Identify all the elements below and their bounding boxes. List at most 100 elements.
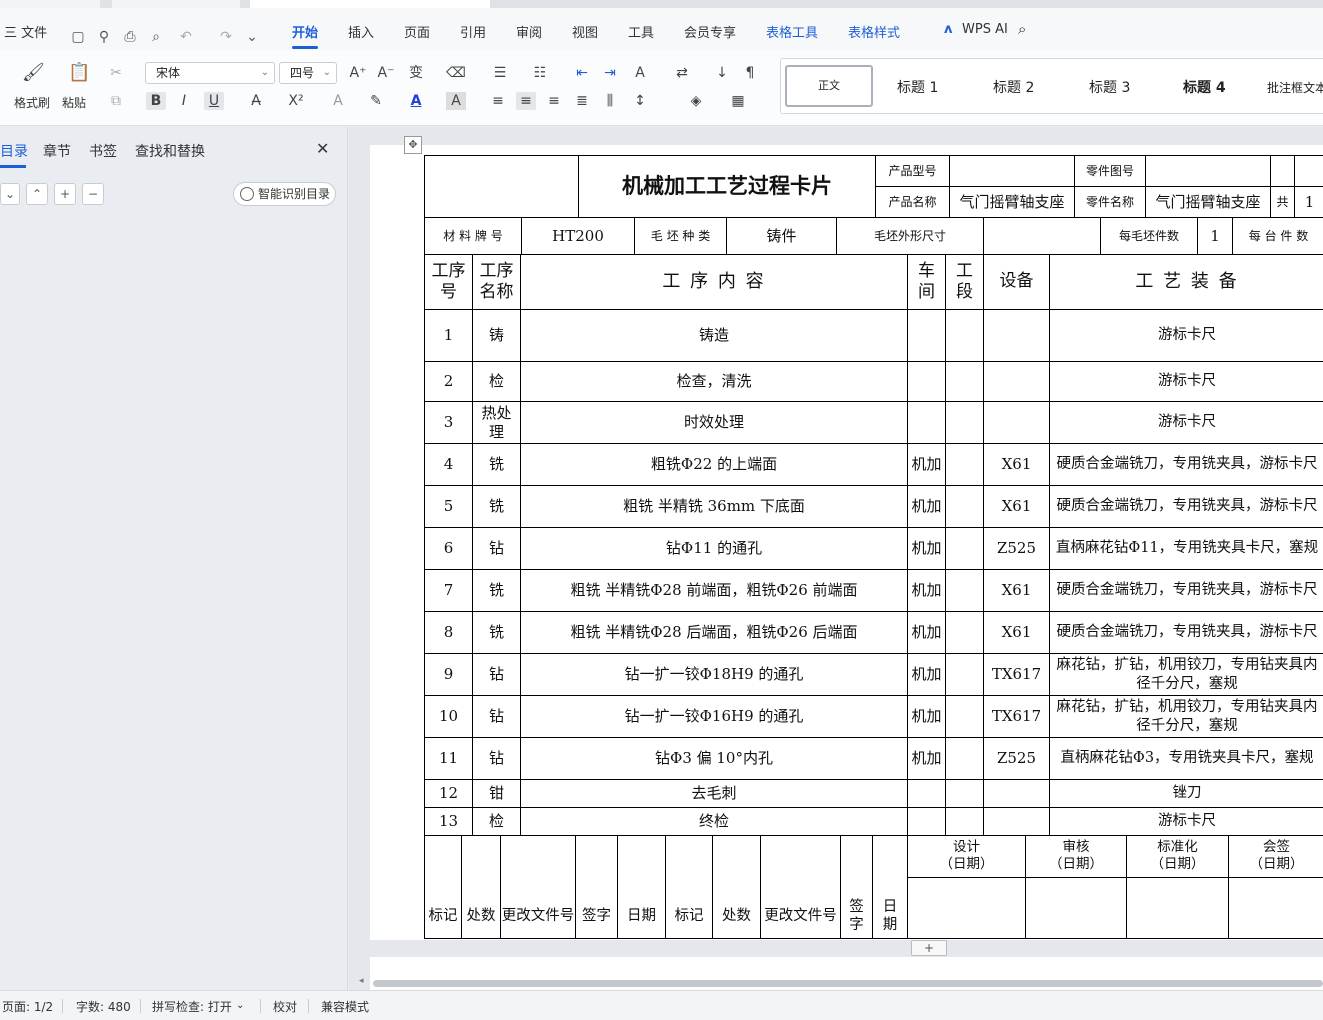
remove-icon[interactable]: − <box>82 183 104 205</box>
row-4-workshop[interactable]: 机加 <box>908 444 945 485</box>
material-value[interactable]: HT200 <box>522 218 634 254</box>
font-size-select[interactable]: 四号 ⌄ <box>279 62 337 84</box>
row-10-op-name[interactable]: 钻 <box>473 696 520 737</box>
row-2-workshop[interactable] <box>908 362 945 401</box>
style-heading-4[interactable]: 标题 4 <box>1183 77 1226 97</box>
grow-font-icon[interactable]: A⁺ <box>348 64 368 82</box>
total-value[interactable]: 1 <box>1295 187 1323 217</box>
row-11-equipment[interactable]: Z525 <box>984 738 1049 779</box>
material-label[interactable]: 材 料 牌 号 <box>425 218 521 254</box>
card-title[interactable]: 机械加工工艺过程卡片 <box>579 156 875 217</box>
promote-chevron-icon[interactable]: ⌃ <box>26 183 48 205</box>
row-7-op-no[interactable]: 7 <box>425 570 472 611</box>
distribute-icon[interactable]: ⫼ <box>600 92 620 110</box>
file-menu[interactable]: 三 文件 <box>4 22 47 41</box>
tab-tools[interactable]: 工具 <box>628 22 654 41</box>
footer-label-8[interactable]: 更改文件号 <box>761 895 840 937</box>
shrink-font-icon[interactable]: A⁻ <box>376 64 396 82</box>
footer-label-3[interactable]: 更改文件号 <box>501 895 575 937</box>
footer-label-5[interactable]: 日期 <box>618 895 665 937</box>
row-12-equipment[interactable] <box>984 780 1049 807</box>
format-painter-button[interactable]: 格式刷 <box>14 94 50 111</box>
row-13-workshop[interactable] <box>908 808 945 835</box>
search-icon[interactable]: ⌕ <box>1018 20 1026 38</box>
row-4-tooling[interactable]: 硬质合金端铣刀，专用铣夹具，游标卡尺 <box>1050 444 1323 485</box>
underline-icon[interactable]: U <box>204 92 224 110</box>
font-name-select[interactable]: 宋体 ⌄ <box>145 62 275 84</box>
add-row-button[interactable]: + <box>911 940 947 956</box>
row-9-workshop[interactable]: 机加 <box>908 654 945 695</box>
row-1-op-no[interactable]: 1 <box>425 310 472 361</box>
row-11-content[interactable]: 钻Φ3 偏 10°内孔 <box>521 738 907 779</box>
row-1-workshop[interactable] <box>908 310 945 361</box>
row-5-op-name[interactable]: 铣 <box>473 486 520 527</box>
col-workshop[interactable]: 车间 <box>908 255 945 309</box>
table-move-handle[interactable]: ✥ <box>404 136 422 154</box>
row-8-content[interactable]: 粗铣 半精铣Φ28 后端面，粗铣Φ26 后端面 <box>521 612 907 653</box>
align-left-icon[interactable]: ≡ <box>488 92 508 110</box>
part-name-value[interactable]: 气门摇臂轴支座 <box>1146 187 1270 217</box>
row-3-content[interactable]: 时效处理 <box>521 402 907 443</box>
tab-references[interactable]: 引用 <box>460 22 486 41</box>
style-comment-text[interactable]: 批注框文本 <box>1267 79 1323 96</box>
footer-label-9[interactable]: 签字 <box>841 895 872 937</box>
row-3-workshop[interactable] <box>908 402 945 443</box>
page-indicator[interactable]: 页面: 1/2 <box>2 998 53 1015</box>
row-11-tooling[interactable]: 直柄麻花钻Φ3，专用铣夹具卡尺，塞规 <box>1050 738 1323 779</box>
row-1-equipment[interactable] <box>984 310 1049 361</box>
total-label[interactable]: 共 <box>1271 187 1294 217</box>
row-6-content[interactable]: 钻Φ11 的通孔 <box>521 528 907 569</box>
row-7-op-name[interactable]: 铣 <box>473 570 520 611</box>
row-8-equipment[interactable]: X61 <box>984 612 1049 653</box>
spell-check[interactable]: 拼写检查: 打开 <box>152 998 232 1015</box>
scroll-left-icon[interactable]: ◂ <box>359 976 364 986</box>
proofread-button[interactable]: 校对 <box>273 998 297 1015</box>
close-icon[interactable]: ✕ <box>316 139 329 158</box>
row-4-op-name[interactable]: 铣 <box>473 444 520 485</box>
blank-type-label[interactable]: 毛 坯 种 类 <box>635 218 726 254</box>
wps-ai-icon[interactable]: ᴧ <box>944 22 952 37</box>
row-9-content[interactable]: 钻一扩一铰Φ18H9 的通孔 <box>521 654 907 695</box>
row-13-content[interactable]: 终检 <box>521 808 907 835</box>
wps-ai-button[interactable]: WPS AI <box>962 22 1008 37</box>
row-12-content[interactable]: 去毛刺 <box>521 780 907 807</box>
tab-wps-office[interactable] <box>0 0 100 8</box>
row-10-tooling[interactable]: 麻花钻，扩钻，机用铰刀，专用钻夹具内径千分尺，塞规 <box>1050 696 1323 737</box>
row-4-op-no[interactable]: 4 <box>425 444 472 485</box>
blanks-per-value[interactable]: 1 <box>1198 218 1232 254</box>
paste-icon[interactable]: 📋 <box>68 64 90 82</box>
cut-icon[interactable]: ✂ <box>106 64 126 82</box>
footer-label-10[interactable]: 日期 <box>873 895 907 937</box>
row-2-op-name[interactable]: 检 <box>473 362 520 401</box>
tab-view[interactable]: 视图 <box>572 22 598 41</box>
row-6-equipment[interactable]: Z525 <box>984 528 1049 569</box>
borders-icon[interactable]: ▦ <box>728 92 748 110</box>
part-drawing-label[interactable]: 零件图号 <box>1075 156 1145 186</box>
row-3-op-name[interactable]: 热处理 <box>473 402 520 443</box>
row-7-workshop[interactable]: 机加 <box>908 570 945 611</box>
row-6-workshop[interactable]: 机加 <box>908 528 945 569</box>
row-3-op-no[interactable]: 3 <box>425 402 472 443</box>
row-1-tooling[interactable]: 游标卡尺 <box>1050 310 1323 361</box>
style-normal[interactable]: 正文 <box>785 65 873 107</box>
product-name-label[interactable]: 产品名称 <box>876 187 949 217</box>
footer-label-2[interactable]: 处数 <box>462 895 500 937</box>
tab-home[interactable]: 开始 <box>292 22 318 41</box>
footer-label-1[interactable]: 标记 <box>425 895 461 937</box>
row-12-op-name[interactable]: 钳 <box>473 780 520 807</box>
col-tooling[interactable]: 工 艺 装 备 <box>1050 255 1323 309</box>
tab-table-style[interactable]: 表格样式 <box>848 22 900 41</box>
row-9-tooling[interactable]: 麻花钻，扩钻，机用铰刀，专用钻夹具内径千分尺，塞规 <box>1050 654 1323 695</box>
row-12-tooling[interactable]: 锉刀 <box>1050 780 1323 807</box>
align-right-icon[interactable]: ≡ <box>544 92 564 110</box>
sign-label-1[interactable]: 设计 （日期） <box>908 836 1025 876</box>
tab-page[interactable]: 页面 <box>404 22 430 41</box>
product-name-value[interactable]: 气门摇臂轴支座 <box>950 187 1074 217</box>
row-12-workshop[interactable] <box>908 780 945 807</box>
tab-table-tools[interactable]: 表格工具 <box>766 22 818 41</box>
blank-type-value[interactable]: 铸件 <box>727 218 836 254</box>
copy-icon[interactable]: ⧉ <box>106 92 126 110</box>
tab-template[interactable] <box>112 0 240 8</box>
sign-label-3[interactable]: 标准化 （日期） <box>1127 836 1228 876</box>
horizontal-scrollbar[interactable]: ◂ <box>359 976 1323 989</box>
